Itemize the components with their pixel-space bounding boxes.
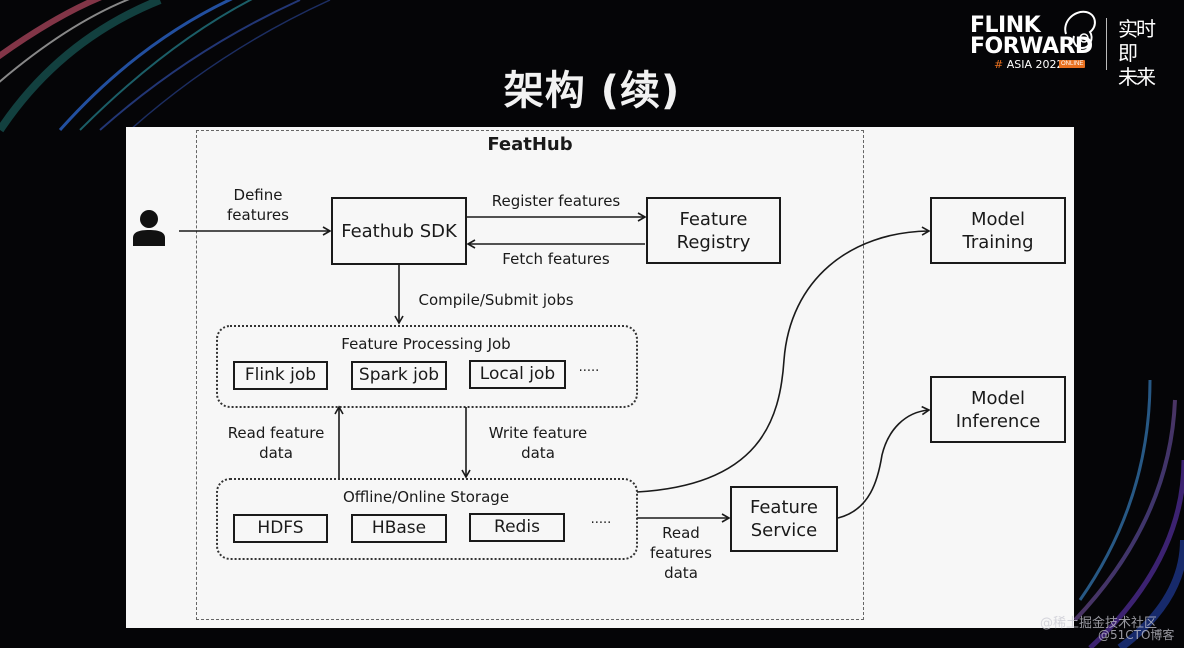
spark-job-box: Spark job — [351, 361, 447, 390]
processing-more-ellipsis: ····· — [578, 364, 600, 379]
read-features-data-label: Read features data — [650, 524, 712, 582]
watermark-51cto: @51CTO博客 — [1098, 628, 1175, 642]
flink-job-box: Flink job — [233, 361, 328, 390]
local-job-box: Local job — [469, 360, 566, 389]
feature-registry-box: Feature Registry — [646, 197, 781, 264]
service-to-inference-curve — [837, 405, 931, 519]
storage-more-ellipsis: ····· — [590, 516, 612, 531]
hbase-box: HBase — [351, 514, 447, 543]
register-features-label: Register features — [491, 192, 621, 210]
feathub-sdk-box: Feathub SDK — [331, 197, 467, 265]
write-feature-data-label: Write feature data — [488, 424, 588, 462]
fetch-features-label: Fetch features — [502, 250, 610, 268]
model-training-box: Model Training — [930, 197, 1066, 264]
user-icon — [133, 210, 165, 246]
hdfs-box: HDFS — [233, 514, 328, 543]
define-features-label: Define features — [227, 186, 289, 224]
feature-service-box: Feature Service — [730, 486, 838, 552]
storage-to-training-curve — [636, 226, 931, 493]
feature-processing-job-title: Feature Processing Job — [341, 335, 511, 353]
model-inference-box: Model Inference — [930, 376, 1066, 443]
redis-box: Redis — [469, 513, 565, 542]
compile-submit-label: Compile/Submit jobs — [418, 291, 574, 309]
read-feature-data-label: Read feature data — [227, 424, 325, 462]
storage-title: Offline/Online Storage — [342, 488, 510, 506]
